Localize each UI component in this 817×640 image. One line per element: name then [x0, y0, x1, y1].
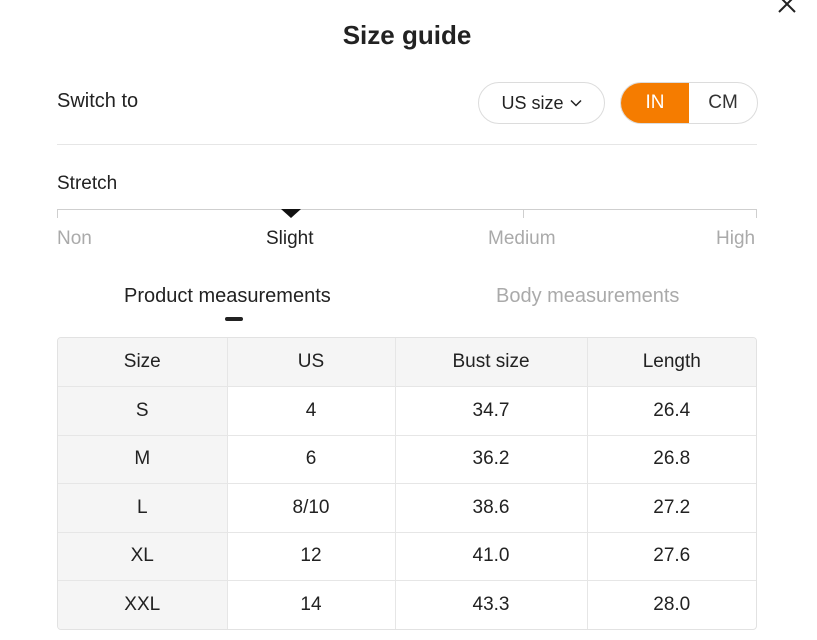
stretch-pointer-icon: [281, 209, 301, 218]
tab-body-measurements[interactable]: Body measurements: [496, 285, 679, 308]
stretch-scale-line: [57, 209, 757, 210]
stretch-scale: Non Slight Medium High: [57, 206, 757, 256]
stretch-tick-high: [756, 209, 757, 218]
table-cell: 27.6: [587, 532, 756, 581]
column-header-us: US: [227, 338, 396, 387]
stretch-tick-medium: [523, 209, 524, 218]
table-cell: 4: [227, 386, 396, 436]
table-cell: M: [58, 435, 228, 484]
unit-option-cm[interactable]: CM: [689, 83, 757, 123]
stretch-level-medium: Medium: [488, 228, 556, 249]
close-button[interactable]: [772, 0, 802, 20]
table-cell: 43.3: [395, 580, 588, 629]
unit-toggle: IN CM: [620, 82, 758, 124]
switch-to-label: Switch to: [57, 90, 139, 112]
active-tab-indicator: [225, 317, 243, 321]
table-row: M 6 36.2 26.8: [58, 435, 756, 484]
table-cell: 26.4: [587, 386, 756, 436]
size-system-value: US size: [501, 92, 564, 113]
table-cell: 27.2: [587, 483, 756, 533]
table-header-row: Size US Bust size Length: [58, 338, 756, 387]
size-system-dropdown[interactable]: US size: [478, 82, 605, 124]
table-row: XL 12 41.0 27.6: [58, 532, 756, 581]
table-cell: 36.2: [395, 435, 588, 484]
column-header-size: Size: [58, 338, 228, 387]
table-row: XXL 14 43.3 28.0: [58, 580, 756, 629]
table-cell: 26.8: [587, 435, 756, 484]
table-cell: XXL: [58, 580, 228, 629]
stretch-label: Stretch: [57, 173, 118, 194]
column-header-length: Length: [587, 338, 756, 387]
table-row: L 8/10 38.6 27.2: [58, 483, 756, 533]
column-header-bust-size: Bust size: [395, 338, 588, 387]
close-icon: [778, 0, 796, 13]
table-cell: L: [58, 483, 228, 533]
table-cell: 41.0: [395, 532, 588, 581]
table-row: S 4 34.7 26.4: [58, 386, 756, 436]
table-cell: S: [58, 386, 228, 436]
table-cell: 28.0: [653, 594, 691, 615]
dialog-title: Size guide: [342, 20, 472, 50]
table-cell: 34.7: [395, 386, 588, 436]
tab-product-measurements[interactable]: Product measurements: [124, 285, 331, 308]
size-table: Size US Bust size Length S 4 34.7 26.4 M…: [57, 337, 757, 630]
stretch-level-slight: Slight: [266, 228, 314, 249]
stretch-level-high: High: [716, 228, 756, 249]
table-cell: XL: [58, 532, 228, 581]
table-cell: 6: [227, 435, 396, 484]
unit-option-in[interactable]: IN: [621, 83, 689, 123]
stretch-tick-non: [57, 209, 58, 218]
table-cell: 38.6: [395, 483, 588, 533]
section-divider: [57, 144, 757, 145]
chevron-down-icon: [569, 99, 582, 107]
stretch-level-non: Non: [57, 228, 92, 249]
table-cell: 12: [227, 532, 396, 581]
measurement-tabs: Product measurements Body measurements: [57, 285, 757, 325]
table-cell: 8/10: [227, 483, 396, 533]
table-cell: 14: [227, 580, 396, 629]
